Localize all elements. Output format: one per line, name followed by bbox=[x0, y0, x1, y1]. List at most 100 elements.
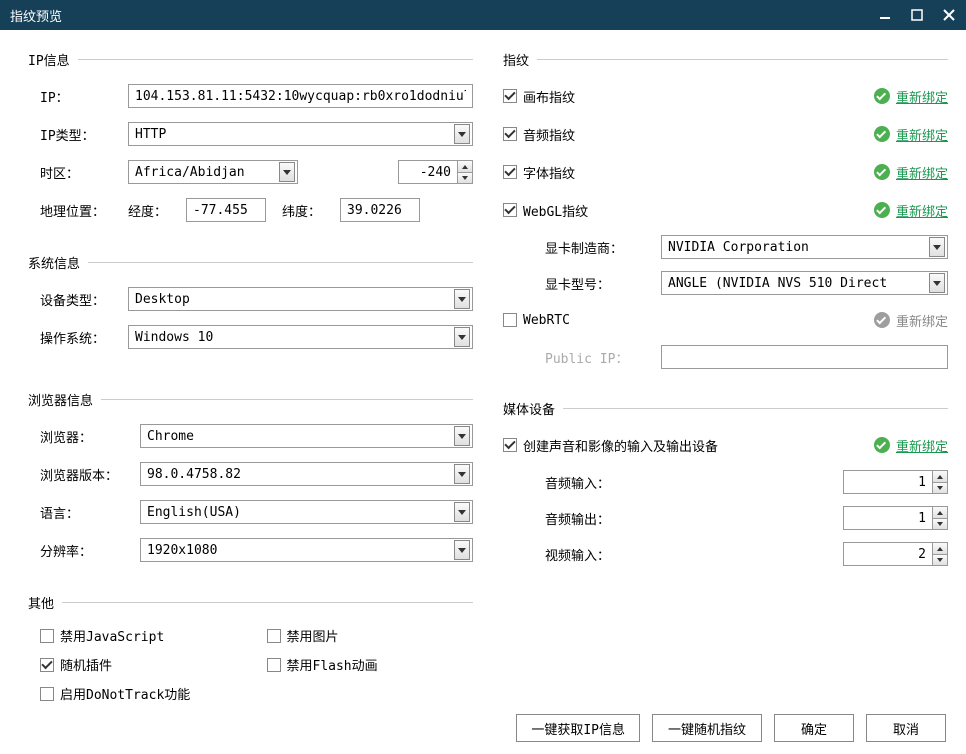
browser-info-section: 浏览器信息 浏览器： Chrome 浏览器版本： 98.0.4758.82 bbox=[28, 390, 473, 575]
random-fp-button[interactable]: 一键随机指纹 bbox=[652, 714, 762, 742]
lang-select[interactable]: English(USA) bbox=[140, 500, 473, 524]
webgl-rebind-link[interactable]: 重新绑定 bbox=[896, 201, 948, 220]
webgl-fp-checkbox[interactable] bbox=[503, 203, 517, 217]
timezone-select[interactable]: Africa/Abidjan bbox=[128, 160, 298, 184]
caret-down-icon[interactable] bbox=[933, 518, 947, 529]
audio-out-spinner[interactable] bbox=[843, 506, 948, 530]
caret-down-icon[interactable] bbox=[933, 554, 947, 565]
caret-up-icon[interactable] bbox=[933, 471, 947, 482]
video-in-spinner[interactable] bbox=[843, 542, 948, 566]
fingerprint-legend: 指纹 bbox=[503, 50, 537, 69]
sys-info-legend: 系统信息 bbox=[28, 253, 88, 272]
gpu-vendor-select[interactable]: NVIDIA Corporation bbox=[661, 235, 948, 259]
disable-img-label: 禁用图片 bbox=[287, 626, 339, 645]
browser-select[interactable]: Chrome bbox=[140, 424, 473, 448]
gpu-vendor-label: 显卡制造商： bbox=[545, 238, 661, 257]
lng-input[interactable] bbox=[186, 198, 266, 222]
webrtc-rebind-link: 重新绑定 bbox=[896, 311, 948, 330]
res-label: 分辨率： bbox=[40, 541, 140, 560]
browser-label: 浏览器： bbox=[40, 427, 140, 446]
ip-input[interactable] bbox=[128, 84, 473, 108]
audio-in-spinner[interactable] bbox=[843, 470, 948, 494]
canvas-rebind-link[interactable]: 重新绑定 bbox=[896, 87, 948, 106]
maximize-icon[interactable] bbox=[910, 8, 924, 22]
browser-version-label: 浏览器版本： bbox=[40, 465, 140, 484]
font-rebind-link[interactable]: 重新绑定 bbox=[896, 163, 948, 182]
os-label: 操作系统： bbox=[40, 328, 128, 347]
disable-js-checkbox[interactable] bbox=[40, 629, 54, 643]
check-circle-icon bbox=[874, 312, 890, 328]
ip-info-section: IP信息 IP： IP类型： HTTP 时区： Africa/Abidjan bbox=[28, 50, 473, 235]
media-section: 媒体设备 创建声音和影像的输入及输出设备 重新绑定 音频输入： 音频 bbox=[503, 399, 948, 578]
timezone-label: 时区： bbox=[40, 163, 128, 182]
lng-label: 经度： bbox=[128, 201, 178, 220]
lat-label: 纬度： bbox=[282, 201, 332, 220]
video-in-label: 视频输入： bbox=[545, 545, 725, 564]
cancel-button[interactable]: 取消 bbox=[866, 714, 946, 742]
disable-img-checkbox[interactable] bbox=[267, 629, 281, 643]
fingerprint-section: 指纹 画布指纹 重新绑定 音频指纹 重新绑定 字体指纹 bbox=[503, 50, 948, 381]
device-type-select[interactable]: Desktop bbox=[128, 287, 473, 311]
audio-fp-checkbox[interactable] bbox=[503, 127, 517, 141]
chevron-down-icon bbox=[454, 464, 470, 484]
close-icon[interactable] bbox=[942, 8, 956, 22]
audio-in-label: 音频输入： bbox=[545, 473, 725, 492]
font-fp-checkbox[interactable] bbox=[503, 165, 517, 179]
check-circle-icon bbox=[874, 164, 890, 180]
disable-flash-checkbox[interactable] bbox=[267, 658, 281, 672]
caret-up-icon[interactable] bbox=[933, 543, 947, 554]
browser-version-select[interactable]: 98.0.4758.82 bbox=[140, 462, 473, 486]
chevron-down-icon bbox=[454, 124, 470, 144]
webrtc-label: WebRTC bbox=[523, 313, 874, 328]
check-circle-icon bbox=[874, 437, 890, 453]
chevron-down-icon bbox=[454, 426, 470, 446]
chevron-down-icon bbox=[929, 273, 945, 293]
browser-info-legend: 浏览器信息 bbox=[28, 390, 101, 409]
res-select[interactable]: 1920x1080 bbox=[140, 538, 473, 562]
check-circle-icon bbox=[874, 126, 890, 142]
media-legend: 媒体设备 bbox=[503, 399, 563, 418]
ip-type-select[interactable]: HTTP bbox=[128, 122, 473, 146]
device-type-label: 设备类型： bbox=[40, 290, 128, 309]
timezone-offset-spinner[interactable] bbox=[398, 160, 473, 184]
media-rebind-link[interactable]: 重新绑定 bbox=[896, 436, 948, 455]
ok-button[interactable]: 确定 bbox=[774, 714, 854, 742]
titlebar: 指纹预览 bbox=[0, 0, 966, 30]
random-plugin-label: 随机插件 bbox=[60, 655, 112, 674]
random-plugin-checkbox[interactable] bbox=[40, 658, 54, 672]
lat-input[interactable] bbox=[340, 198, 420, 222]
webgl-fp-label: WebGL指纹 bbox=[523, 201, 874, 220]
canvas-fp-checkbox[interactable] bbox=[503, 89, 517, 103]
gpu-model-select[interactable]: ANGLE (NVIDIA NVS 510 Direct bbox=[661, 271, 948, 295]
public-ip-input[interactable] bbox=[661, 345, 948, 369]
ip-type-label: IP类型： bbox=[40, 125, 128, 144]
caret-up-icon[interactable] bbox=[933, 507, 947, 518]
disable-js-label: 禁用JavaScript bbox=[60, 626, 164, 645]
caret-down-icon[interactable] bbox=[458, 172, 472, 183]
dnt-label: 启用DoNotTrack功能 bbox=[60, 684, 190, 703]
lang-label: 语言： bbox=[40, 503, 140, 522]
os-select[interactable]: Windows 10 bbox=[128, 325, 473, 349]
dnt-checkbox[interactable] bbox=[40, 687, 54, 701]
caret-up-icon[interactable] bbox=[458, 161, 472, 172]
minimize-icon[interactable] bbox=[878, 8, 892, 22]
chevron-down-icon bbox=[454, 289, 470, 309]
public-ip-label: Public IP： bbox=[545, 348, 661, 367]
font-fp-label: 字体指纹 bbox=[523, 163, 874, 182]
check-circle-icon bbox=[874, 88, 890, 104]
get-ip-button[interactable]: 一键获取IP信息 bbox=[516, 714, 640, 742]
audio-rebind-link[interactable]: 重新绑定 bbox=[896, 125, 948, 144]
canvas-fp-label: 画布指纹 bbox=[523, 87, 874, 106]
audio-fp-label: 音频指纹 bbox=[523, 125, 874, 144]
ip-info-legend: IP信息 bbox=[28, 50, 78, 69]
check-circle-icon bbox=[874, 202, 890, 218]
chevron-down-icon bbox=[454, 540, 470, 560]
create-media-checkbox[interactable] bbox=[503, 438, 517, 452]
audio-out-label: 音频输出： bbox=[545, 509, 725, 528]
caret-down-icon[interactable] bbox=[933, 482, 947, 493]
chevron-down-icon bbox=[929, 237, 945, 257]
other-section: 其他 禁用JavaScript 禁用图片 随机插件 禁用Flash动画 启用Do… bbox=[28, 593, 473, 703]
other-legend: 其他 bbox=[28, 593, 62, 612]
webrtc-checkbox[interactable] bbox=[503, 313, 517, 327]
geo-label: 地理位置： bbox=[40, 201, 128, 220]
